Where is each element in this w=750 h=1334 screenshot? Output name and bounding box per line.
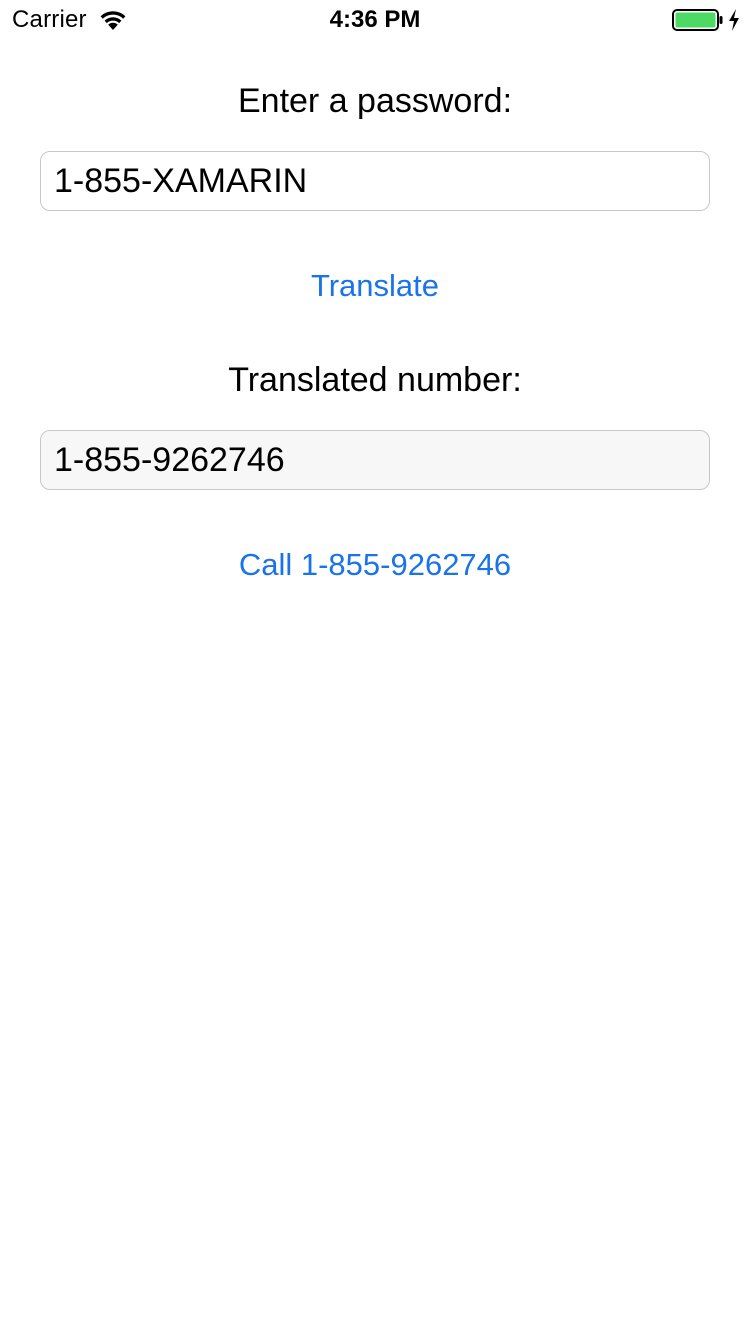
lightning-bolt-icon	[727, 8, 741, 32]
status-time: 4:36 PM	[329, 6, 421, 33]
battery-full-icon	[672, 9, 724, 31]
password-label: Enter a password:	[237, 82, 513, 120]
translated-number-label: Translated number:	[228, 361, 522, 399]
password-input[interactable]	[40, 151, 710, 211]
call-button[interactable]: Call 1-855-9262746	[0, 545, 750, 585]
translate-button[interactable]: Translate	[0, 266, 750, 306]
status-bar: Carrier 4:36 PM	[0, 0, 750, 40]
translated-number-field[interactable]	[40, 430, 710, 490]
